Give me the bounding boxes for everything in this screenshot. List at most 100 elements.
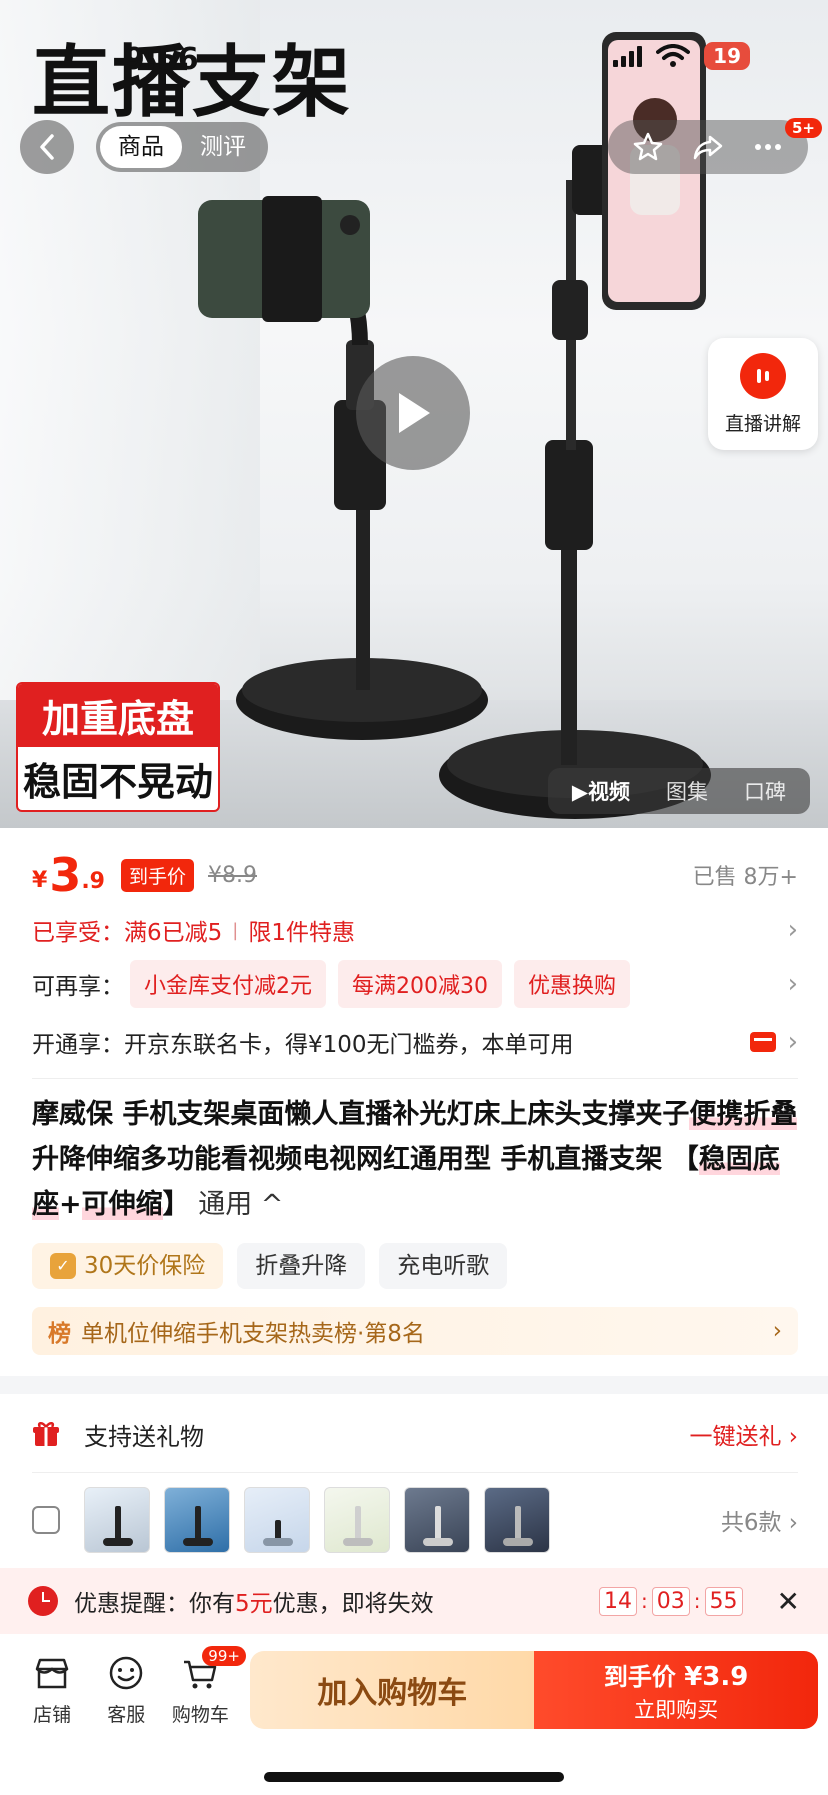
- top-actions: [608, 120, 808, 174]
- tab-product[interactable]: 商品: [100, 126, 182, 168]
- store-icon: [35, 1658, 69, 1688]
- feature-tag[interactable]: 充电听歌: [379, 1243, 508, 1289]
- title-expand-toggle[interactable]: 通用 ^: [190, 1189, 283, 1220]
- original-price: ¥8.9: [208, 862, 257, 888]
- chevron-right-icon: ›: [787, 969, 798, 999]
- bottom-action-bar: 店铺 客服 99+ 购物车 加入购物车 到手价 ¥3.9 立即购买: [0, 1640, 828, 1740]
- chevron-right-icon: ›: [787, 915, 798, 945]
- share-button[interactable]: [691, 130, 725, 164]
- card-offer-text: 开京东联名卡，得¥100无门槛券，本单可用: [124, 1032, 574, 1058]
- tab-review[interactable]: 测评: [182, 126, 264, 168]
- customer-service-button[interactable]: 客服: [94, 1654, 158, 1727]
- variant-thumbnail[interactable]: [404, 1487, 470, 1553]
- variant-row[interactable]: 共6款 ›: [32, 1484, 798, 1556]
- add-to-cart-button[interactable]: 加入购物车: [250, 1651, 535, 1729]
- play-icon: [399, 393, 430, 433]
- buy-price: ¥3.9: [684, 1661, 749, 1692]
- more-label: 可再享：: [32, 974, 124, 1000]
- product-gallery[interactable]: 直播支架 9:56 19 商品 测评 5+ 直播讲解 加重底盘 稳固不晃动 ▶视…: [0, 0, 828, 828]
- share-icon: [693, 135, 723, 160]
- divider: [32, 1472, 798, 1473]
- section-gap: [0, 1376, 828, 1394]
- status-indicators: 19: [613, 42, 750, 70]
- variant-thumbnail[interactable]: [244, 1487, 310, 1553]
- coupon-chip[interactable]: 小金库支付减2元: [130, 960, 326, 1008]
- gift-icon: [33, 1422, 59, 1446]
- send-gift-link[interactable]: 一键送礼 ›: [689, 1417, 798, 1451]
- view-switcher: 商品 测评: [96, 122, 268, 172]
- reminder-suffix: 优惠，即将失效: [272, 1591, 434, 1617]
- cart-button[interactable]: 99+ 购物车: [168, 1645, 246, 1727]
- promo-line-2: 稳固不晃动: [22, 760, 213, 804]
- rank-text: 单机位伸缩手机支架热卖榜·第8名: [81, 1321, 425, 1347]
- discount-reminder: 优惠提醒：你有 5元 优惠，即将失效 14 : 03 : 55 ✕: [0, 1568, 828, 1634]
- chevron-right-icon: ›: [772, 1318, 782, 1344]
- coupon-chip[interactable]: 每满200减30: [338, 960, 502, 1008]
- message-badge: 5+: [784, 118, 822, 138]
- limit-offer: 限1件特惠: [248, 920, 355, 946]
- media-tab-video[interactable]: ▶视频: [554, 776, 648, 806]
- clock-icon: [28, 1586, 58, 1616]
- coupon-chip[interactable]: 优惠换购: [514, 960, 631, 1008]
- variant-select-icon: [32, 1506, 60, 1534]
- countdown-timer: 14 : 03 : 55: [599, 1586, 743, 1616]
- live-explain-label: 直播讲解: [724, 412, 801, 435]
- star-icon: [633, 132, 663, 161]
- timer-seconds: 55: [704, 1586, 743, 1616]
- gift-row[interactable]: 支持送礼物 一键送礼 ›: [32, 1404, 798, 1464]
- media-tab-reviews[interactable]: 口碑: [726, 776, 804, 806]
- rank-badge: 榜: [48, 1321, 71, 1347]
- buy-price-label: 到手价: [603, 1662, 676, 1691]
- cart-label: 购物车: [171, 1703, 229, 1726]
- promo-overlay: 加重底盘 稳固不晃动: [16, 682, 220, 812]
- open-label: 开通享：: [32, 1032, 124, 1058]
- status-time: 9:56: [124, 42, 199, 77]
- price-currency: ¥: [32, 867, 48, 893]
- price-integer: 3: [49, 848, 82, 902]
- buy-now-button[interactable]: 到手价 ¥3.9 立即购买: [534, 1651, 818, 1729]
- feature-tags: ✓ 30天价保险 折叠升降 充电听歌: [32, 1243, 508, 1289]
- timer-minutes: 03: [651, 1586, 690, 1616]
- final-price-tag: 到手价: [121, 858, 195, 892]
- live-icon: [740, 352, 786, 399]
- more-button[interactable]: [751, 130, 785, 164]
- signal-icon: [613, 45, 643, 67]
- separator: |: [232, 919, 239, 941]
- price-protection-tag[interactable]: ✓ 30天价保险: [32, 1243, 224, 1289]
- service-label: 客服: [107, 1703, 146, 1726]
- variant-thumbnail[interactable]: [324, 1487, 390, 1553]
- product-title: 摩威保 手机支架桌面懒人直播补光灯床上床头支撑夹子便携折叠升降伸缩多功能看视频电…: [32, 1099, 798, 1220]
- battery-level: 19: [704, 42, 750, 70]
- more-dots-icon: [755, 144, 781, 150]
- buy-now-label: 立即购买: [634, 1697, 719, 1722]
- close-icon[interactable]: ✕: [777, 1585, 800, 1618]
- ranking-bar[interactable]: 榜 单机位伸缩手机支架热卖榜·第8名 ›: [32, 1307, 798, 1355]
- enjoyed-discount-row[interactable]: 已享受： 满6已减5 | 限1件特惠 ›: [32, 910, 798, 950]
- live-explain-button[interactable]: 直播讲解: [708, 338, 818, 450]
- variant-thumbnail[interactable]: [84, 1487, 150, 1553]
- timer-hours: 14: [599, 1586, 638, 1616]
- credit-card-icon: [749, 1032, 776, 1052]
- more-discount-row[interactable]: 可再享： 小金库支付减2元 每满200减30 优惠换购 ›: [32, 960, 798, 1008]
- price-row: ¥ 3 .9 到手价 ¥8.9 已售 8万+: [32, 848, 798, 902]
- cart-badge: 99+: [202, 1645, 246, 1666]
- enjoyed-label: 已享受：: [32, 920, 124, 946]
- sold-count: 已售 8万+: [692, 865, 798, 890]
- back-button[interactable]: [20, 120, 74, 174]
- variant-thumbnail[interactable]: [164, 1487, 230, 1553]
- chat-smile-icon: [109, 1656, 143, 1689]
- variant-count[interactable]: 共6款 ›: [721, 1503, 798, 1537]
- divider: [32, 1078, 798, 1079]
- card-offer-row[interactable]: 开通享： 开京东联名卡，得¥100无门槛券，本单可用 ›: [32, 1022, 798, 1062]
- chevron-left-icon: [40, 134, 54, 160]
- promo-line-1: 加重底盘: [18, 684, 218, 747]
- store-label: 店铺: [33, 1703, 72, 1726]
- variant-thumbnail[interactable]: [484, 1487, 550, 1553]
- feature-tag[interactable]: 折叠升降: [237, 1243, 366, 1289]
- enjoyed-discount: 满6已减5: [124, 920, 223, 946]
- media-tab-gallery[interactable]: 图集: [648, 776, 726, 806]
- store-button[interactable]: 店铺: [20, 1654, 84, 1727]
- favorite-button[interactable]: [631, 130, 665, 164]
- media-tabs: ▶视频 图集 口碑: [547, 768, 810, 814]
- play-video-button[interactable]: [356, 356, 470, 470]
